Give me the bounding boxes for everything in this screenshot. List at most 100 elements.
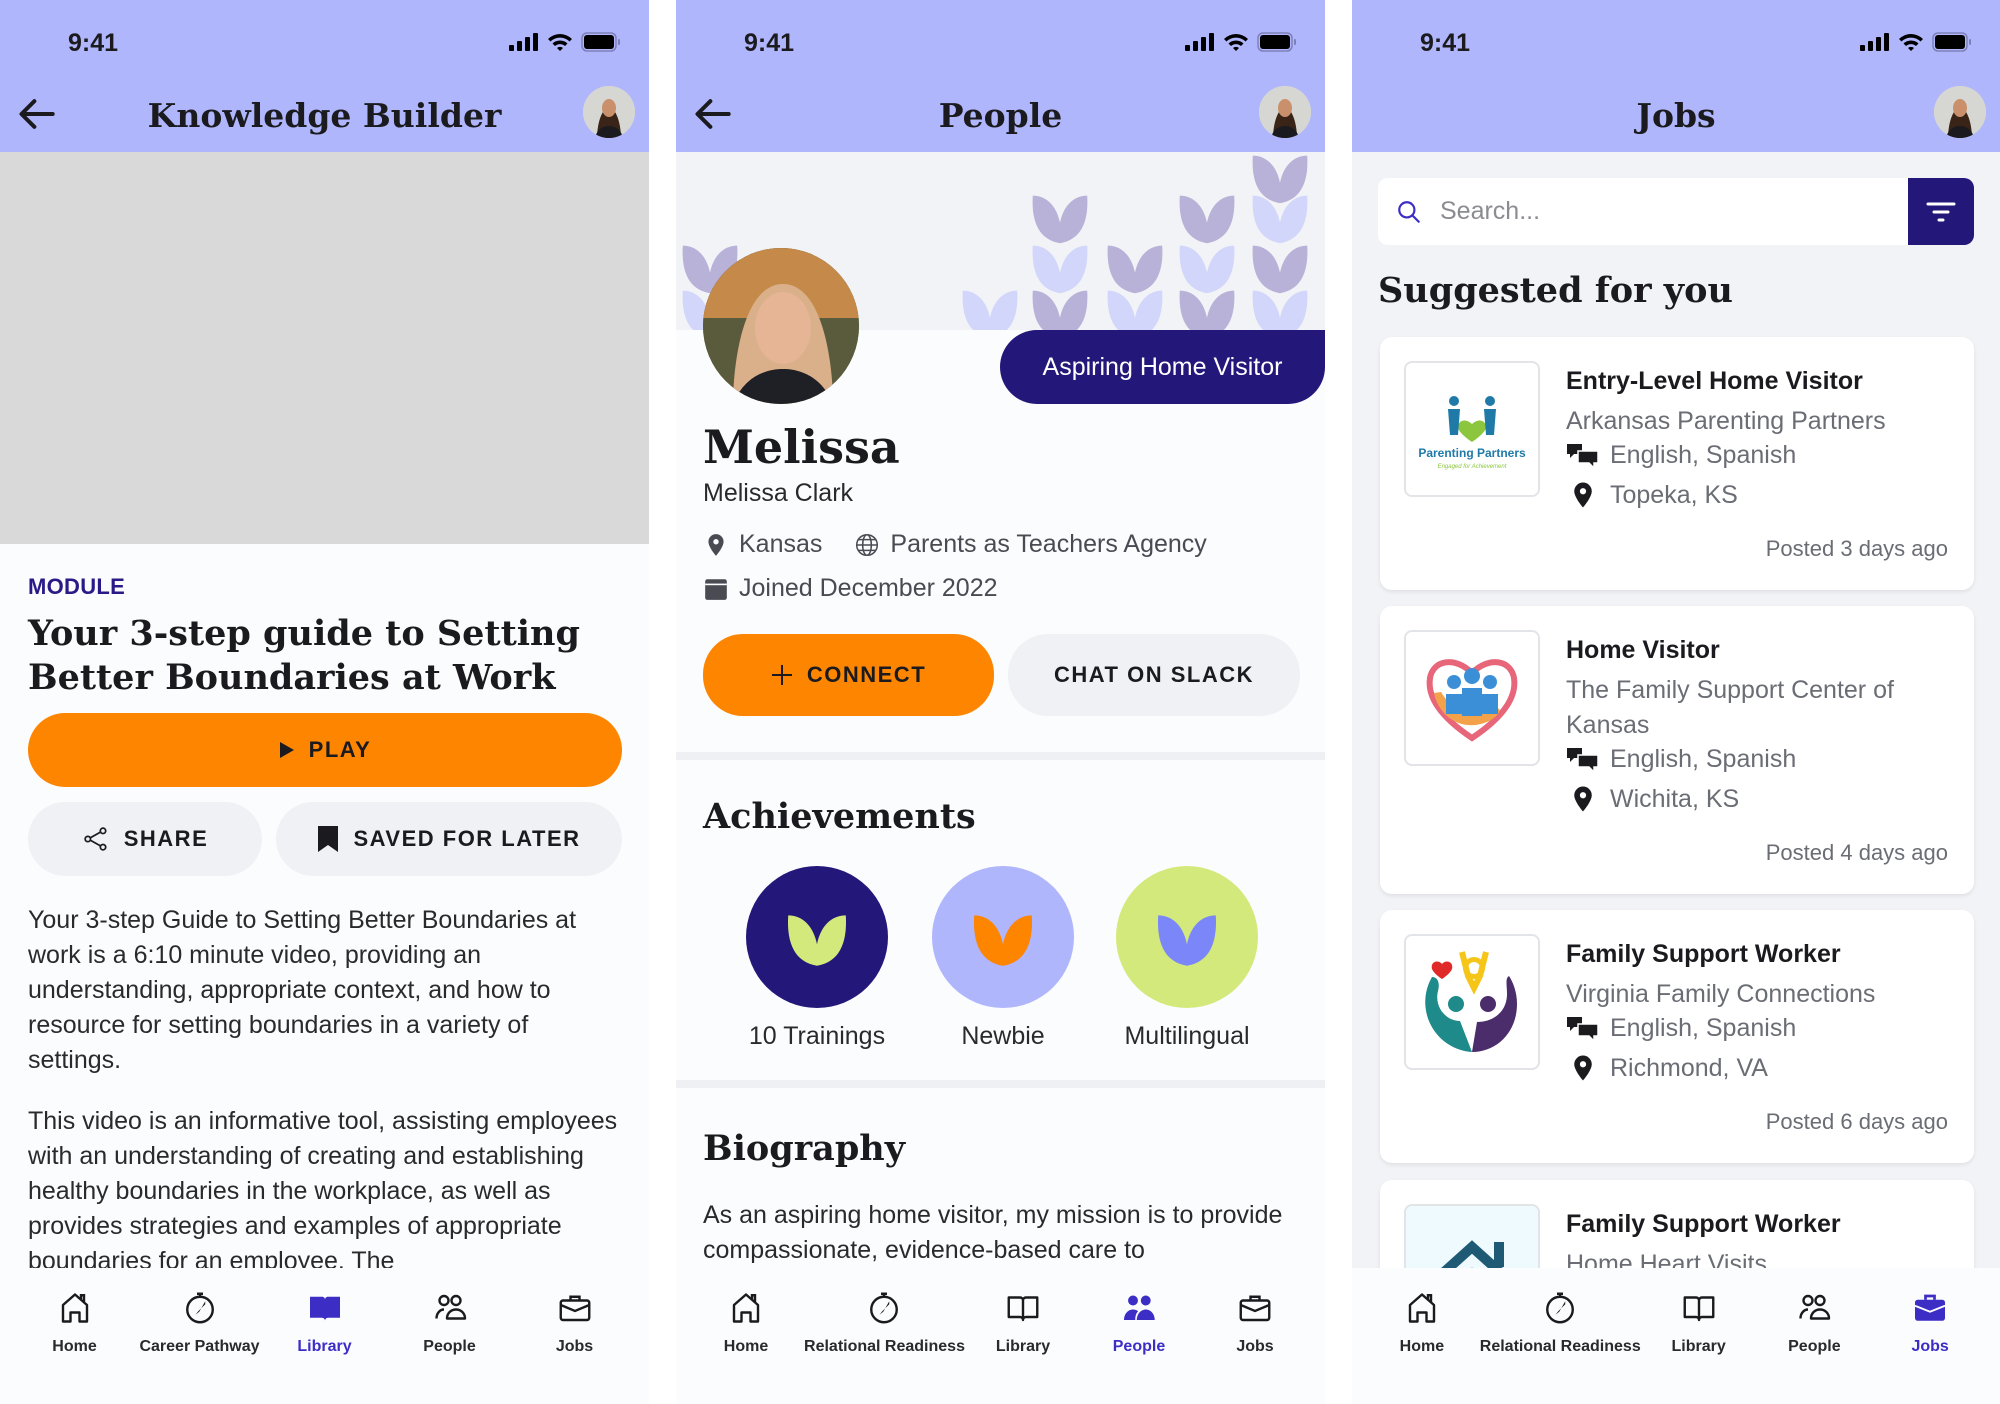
video-player[interactable] [0, 152, 649, 544]
job-languages: English, Spanish [1610, 745, 1797, 773]
briefcase-icon [557, 1290, 593, 1326]
role-badge: Aspiring Home Visitor [1000, 330, 1325, 404]
compass-icon [182, 1290, 218, 1326]
job-location-row: Wichita, KS [1566, 784, 1739, 814]
leaf-icon [781, 901, 853, 973]
nav-relational-readiness[interactable]: Relational Readiness [804, 1268, 965, 1404]
nav-library[interactable]: Library [262, 1268, 387, 1404]
achievement-badge[interactable]: Multilingual [1116, 866, 1258, 1051]
nav-people[interactable]: People [387, 1268, 512, 1404]
nav-jobs[interactable]: Jobs [1872, 1268, 1988, 1404]
nav-jobs[interactable]: Jobs [512, 1268, 637, 1404]
app-header: 9:41 Jobs [1352, 0, 2000, 152]
chat-bubbles-icon [1566, 1015, 1600, 1043]
people-icon [1121, 1290, 1157, 1326]
profile-display-name: Melissa [703, 420, 900, 474]
job-search-bar [1378, 178, 1908, 245]
connect-label: CONNECT [806, 662, 927, 687]
badge-label: Newbie [961, 1022, 1045, 1050]
battery-icon [581, 32, 620, 52]
achievement-badge[interactable]: 10 Trainings [746, 866, 888, 1051]
filter-icon [1926, 202, 1956, 221]
nav-career-pathway[interactable]: Career Pathway [137, 1268, 262, 1404]
share-button[interactable]: SHARE [28, 802, 262, 876]
chat-bubbles-icon [1566, 746, 1600, 774]
description-paragraph: Your 3-step Guide to Setting Better Boun… [28, 906, 577, 1074]
book-icon [1005, 1290, 1041, 1326]
briefcase-icon [1912, 1290, 1948, 1326]
app-header: 9:41 Knowledge Builder [0, 0, 649, 152]
job-location: Richmond, VA [1610, 1053, 1768, 1082]
achievement-badge[interactable]: Newbie [932, 866, 1074, 1051]
job-location: Topeka, KS [1610, 480, 1738, 509]
saved-for-later-button[interactable]: SAVED FOR LATER [276, 802, 622, 876]
profile-joined-row: Joined December 2022 [703, 574, 998, 603]
chat-bubbles-icon [1566, 442, 1600, 470]
user-avatar[interactable] [583, 86, 635, 138]
job-location-row: Topeka, KS [1566, 480, 1738, 510]
chat-on-slack-button[interactable]: CHAT ON SLACK [1008, 634, 1300, 716]
app-header: 9:41 People [676, 0, 1325, 152]
page-title: Knowledge Builder [147, 96, 502, 135]
job-posted: Posted 6 days ago [1765, 1109, 1948, 1134]
nav-people[interactable]: People [1756, 1268, 1872, 1404]
share-label: SHARE [123, 826, 209, 851]
screen-people-profile: 9:41 People Aspiring Home Visitor Meliss… [676, 0, 1325, 1404]
battery-icon [1932, 32, 1971, 52]
nav-home[interactable]: Home [12, 1268, 137, 1404]
page-title: People [938, 96, 1063, 135]
nav-library[interactable]: Library [1641, 1268, 1757, 1404]
job-title: Home Visitor [1566, 636, 1720, 664]
profile-meta-row: Kansas Parents as Teachers Agency [703, 530, 1207, 559]
search-input[interactable] [1440, 197, 1860, 226]
briefcase-icon [1237, 1290, 1273, 1326]
signal-icon [509, 33, 538, 51]
profile-agency: Parents as Teachers Agency [890, 530, 1207, 558]
user-avatar[interactable] [1934, 86, 1986, 138]
play-button[interactable]: PLAY [28, 713, 622, 787]
job-languages-row: English, Spanish [1566, 441, 1796, 470]
bottom-nav: Home Relational Readiness Library People… [1352, 1268, 2000, 1404]
wifi-icon [1899, 34, 1923, 51]
filter-button[interactable] [1908, 178, 1974, 245]
wifi-icon [548, 34, 572, 51]
location-pin-icon [703, 532, 729, 558]
logo-tagline: Engaged for Achievement [1438, 464, 1507, 470]
nav-people[interactable]: People [1081, 1268, 1197, 1404]
bottom-nav: Home Career Pathway Library People Jobs [0, 1268, 649, 1404]
job-languages: English, Spanish [1610, 441, 1797, 469]
parenting-partners-logo: Parenting Partners Engaged for Achieveme… [1418, 396, 1526, 470]
status-time: 9:41 [1420, 29, 1471, 57]
profile-full-name: Melissa Clark [703, 479, 854, 507]
job-card[interactable]: Family Support Worker Virginia Family Co… [1380, 910, 1974, 1163]
status-time: 9:41 [68, 29, 119, 57]
nav-home[interactable]: Home [1364, 1268, 1480, 1404]
module-title: Your 3-step guide to Setting Better Boun… [28, 613, 580, 698]
job-org: Virginia Family Connections [1566, 980, 1876, 1008]
nav-jobs[interactable]: Jobs [1197, 1268, 1313, 1404]
slack-label: CHAT ON SLACK [1054, 662, 1254, 687]
biography-text: As an aspiring home visitor, my mission … [703, 1201, 1283, 1264]
share-icon [84, 827, 107, 851]
compass-icon [866, 1290, 902, 1326]
connect-button[interactable]: CONNECT [703, 634, 994, 716]
job-card[interactable]: Home Visitor The Family Support Center o… [1380, 606, 1974, 894]
section-divider [676, 752, 1325, 760]
job-card[interactable]: Parenting Partners Engaged for Achieveme… [1380, 337, 1974, 590]
nav-relational-readiness[interactable]: Relational Readiness [1480, 1268, 1641, 1404]
job-languages: English, Spanish [1610, 1014, 1797, 1042]
org-logo [1404, 630, 1540, 766]
user-avatar[interactable] [1259, 86, 1311, 138]
badge-label: Multilingual [1124, 1022, 1250, 1050]
play-label: PLAY [308, 737, 372, 762]
org-logo: Parenting Partners Engaged for Achieveme… [1404, 361, 1540, 497]
job-languages-row: English, Spanish [1566, 745, 1796, 774]
job-title: Entry-Level Home Visitor [1566, 367, 1863, 395]
job-org: The Family Support Center of Kansas [1566, 676, 1894, 739]
home-icon [1404, 1290, 1440, 1326]
profile-location: Kansas [739, 530, 823, 558]
home-icon [728, 1290, 764, 1326]
nav-home[interactable]: Home [688, 1268, 804, 1404]
nav-library[interactable]: Library [965, 1268, 1081, 1404]
book-icon [1681, 1290, 1717, 1326]
